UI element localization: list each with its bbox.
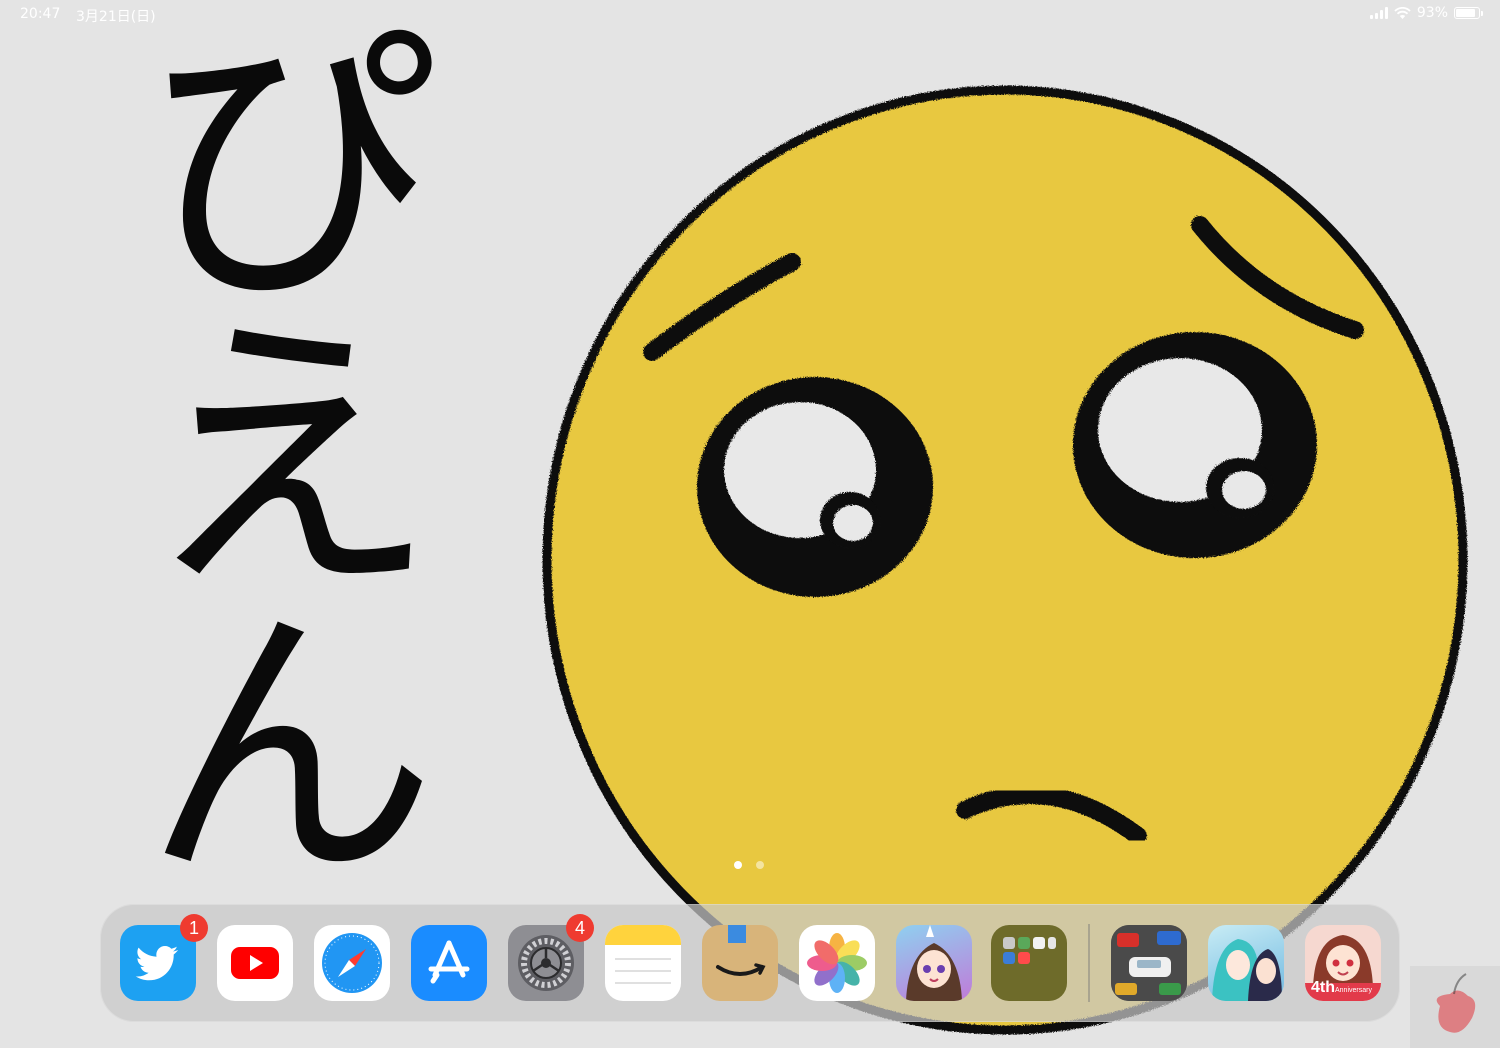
dock-divider	[1088, 924, 1090, 1002]
amazon-app-icon[interactable]	[702, 925, 778, 1001]
status-date: 3月21日(日)	[76, 9, 156, 25]
wallpaper: ぴえん	[0, 0, 1500, 1048]
settings-badge: 4	[566, 914, 594, 942]
photos-flower-icon	[807, 933, 867, 993]
page-dot-2[interactable]	[756, 861, 764, 869]
home-screen: ぴえん 20:47 3月21日(日) 93% 1 4 4th Anniversa…	[0, 0, 1500, 1048]
anime-singer-icon	[1212, 939, 1282, 1001]
safari-compass-icon	[322, 933, 382, 993]
photos-app-icon[interactable]	[799, 925, 875, 1001]
anniversary-label: 4th	[1311, 979, 1335, 996]
app-store-a-icon	[428, 940, 470, 984]
amazon-smile-icon	[716, 925, 766, 976]
folder-grid-icon	[1003, 937, 1056, 964]
parking-game-app-icon[interactable]	[1111, 925, 1187, 1001]
battery-level	[1456, 9, 1475, 17]
uma-musume-app-icon[interactable]	[896, 925, 972, 1001]
battery-icon	[1454, 7, 1483, 19]
notes-lines-icon	[605, 925, 681, 984]
wifi-icon	[1394, 6, 1411, 19]
page-dot-1[interactable]	[734, 861, 742, 869]
cellular-signal-icon	[1369, 7, 1388, 19]
project-sekai-app-icon[interactable]	[1208, 925, 1284, 1001]
app-store-app-icon[interactable]	[411, 925, 487, 1001]
youtube-play-icon	[231, 947, 279, 979]
apple-illustration-icon	[1436, 973, 1476, 1033]
anime-character-icon	[906, 925, 962, 1001]
battery-percent: 93%	[1416, 5, 1448, 21]
folder-app-icon[interactable]	[991, 925, 1067, 1001]
wallpaper-text: ぴえん	[89, 10, 438, 880]
corner-watermark	[1410, 966, 1500, 1048]
notes-app-icon[interactable]	[605, 925, 681, 1001]
twitter-badge: 1	[180, 914, 208, 942]
status-indicators: 93%	[1369, 5, 1483, 21]
anniversary-sub-label: Anniversary	[1335, 987, 1372, 994]
face-circle	[542, 85, 1468, 1035]
safari-app-icon[interactable]	[314, 925, 390, 1001]
youtube-app-icon[interactable]	[217, 925, 293, 1001]
status-time: 20:47	[20, 6, 61, 22]
cars-icon	[1111, 925, 1187, 1001]
dock: 1 4 4th Anniversary	[100, 904, 1400, 1022]
page-indicator[interactable]	[734, 861, 764, 869]
status-bar: 20:47 3月21日(日) 93%	[0, 0, 1500, 30]
bang-dream-app-icon[interactable]: 4th Anniversary	[1305, 925, 1381, 1001]
